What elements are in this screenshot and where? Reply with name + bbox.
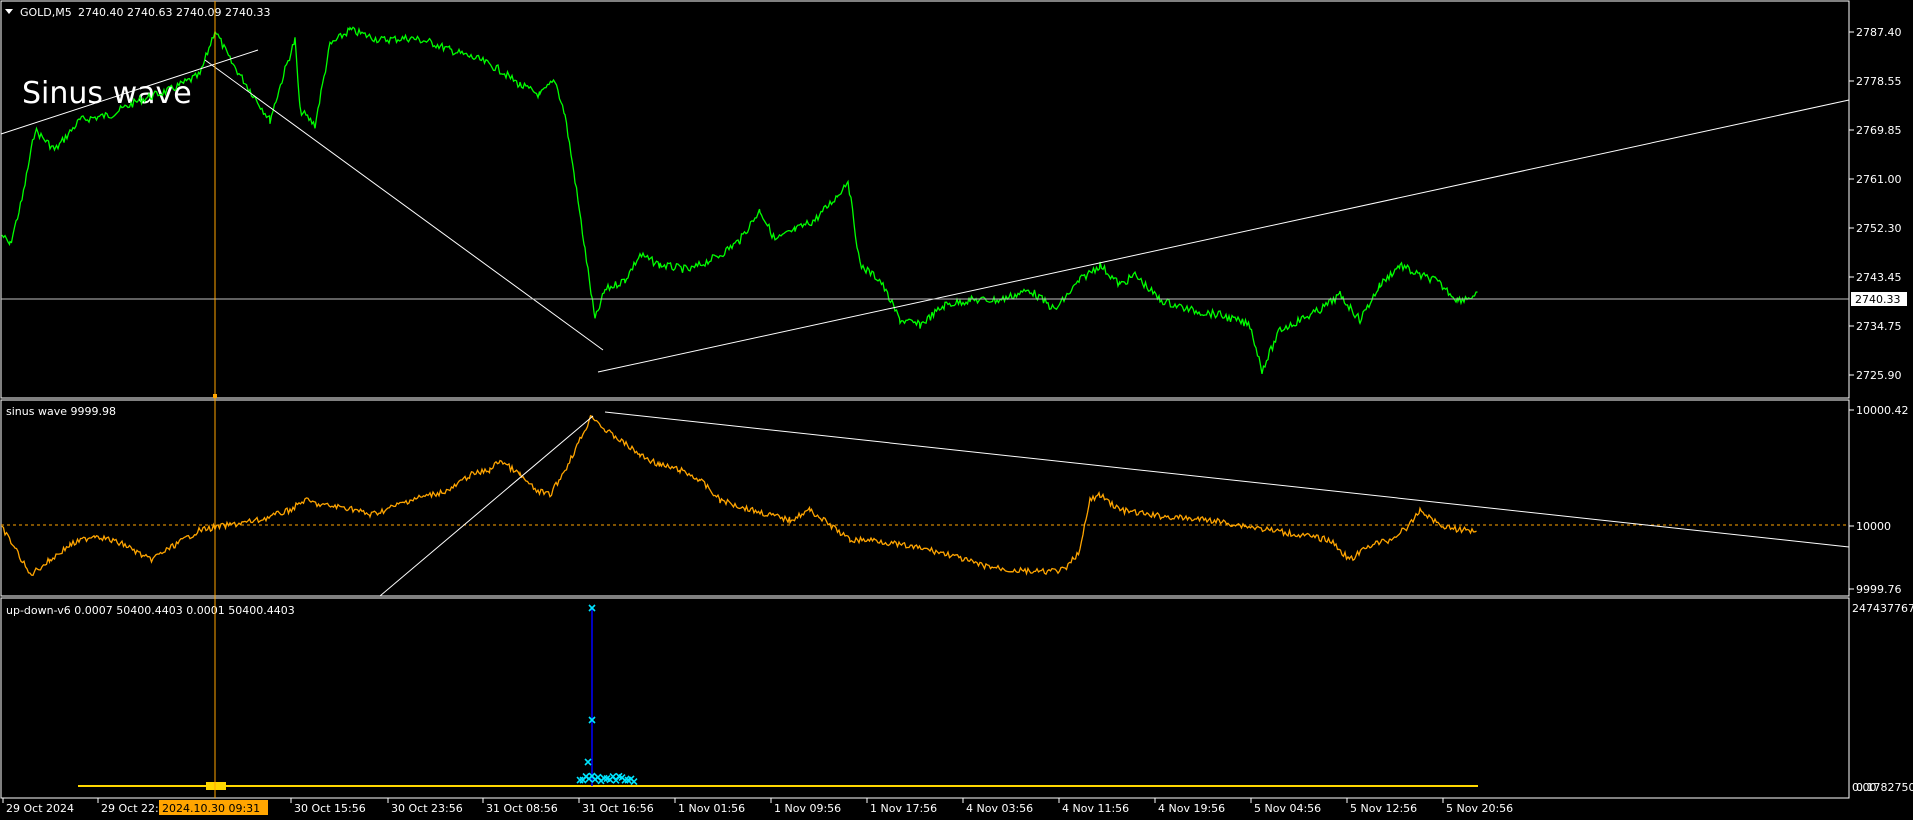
collapse-triangle-icon[interactable] [5, 9, 13, 14]
price-axis[interactable]: 2787.40 2778.55 2769.85 2761.00 2752.30 2743.… [1849, 26, 1902, 382]
up-down-marker-icon [630, 778, 638, 786]
time-axis-label: 30 Oct 23:56 [391, 802, 463, 815]
crosshair-time-label: 2024.10.30 09:31 [162, 802, 260, 815]
price-axis-label: 2725.90 [1856, 369, 1902, 382]
sinus-axis-label: 10000 [1856, 520, 1891, 533]
symbol-label: GOLD,M5 [20, 6, 72, 19]
time-axis-label: 31 Oct 08:56 [486, 802, 558, 815]
time-axis-label: 4 Nov 11:56 [1062, 802, 1129, 815]
up-down-marker-icon [584, 758, 592, 766]
time-axis-label: 29 Oct 2024 [6, 802, 74, 815]
price-axis-label: 2734.75 [1856, 320, 1902, 333]
time-axis-label: 1 Nov 01:56 [678, 802, 745, 815]
time-axis-label: 5 Nov 20:56 [1446, 802, 1513, 815]
time-axis-label: 5 Nov 04:56 [1254, 802, 1321, 815]
price-axis-label: 2761.00 [1856, 173, 1902, 186]
up-down-axis[interactable]: 2474377670.000.1782750 [1852, 602, 1913, 794]
chart-window[interactable]: GOLD,M5 2740.40 2740.63 2740.09 2740.33 … [0, 0, 1913, 820]
up-down-axis-label: 247437767 [1852, 602, 1913, 615]
up-down-label: up-down-v6 0.0007 50400.4403 0.0001 5040… [6, 604, 295, 617]
time-axis-label: 1 Nov 09:56 [774, 802, 841, 815]
ohlc-values: 2740.40 2740.63 2740.09 2740.33 [78, 6, 270, 19]
time-axis-label: 1 Nov 17:56 [870, 802, 937, 815]
current-price-label: 2740.33 [1855, 293, 1901, 306]
price-axis-label: 2743.45 [1856, 271, 1902, 284]
price-axis-label: 2752.30 [1856, 222, 1902, 235]
sinus-wave-series [1, 414, 1477, 577]
time-axis-label: 4 Nov 19:56 [1158, 802, 1225, 815]
sinus-wave-panel[interactable] [0, 399, 1850, 597]
time-axis-label: 30 Oct 15:56 [294, 802, 366, 815]
sinus-axis[interactable]: 10000.42 10000 9999.76 [1849, 404, 1909, 596]
price-axis-label: 2778.55 [1856, 75, 1902, 88]
up-down-axis-label: 0.1782750 [1856, 781, 1913, 794]
time-axis-label: 31 Oct 16:56 [582, 802, 654, 815]
gold-price-series [1, 26, 1478, 375]
price-axis-label: 2769.85 [1856, 124, 1902, 137]
up-down-markers [576, 604, 638, 786]
trendline-3[interactable] [597, 99, 1850, 373]
main-price-panel[interactable] [0, 0, 1850, 399]
sinus-axis-label: 9999.76 [1856, 583, 1902, 596]
time-axis-label: 4 Nov 03:56 [966, 802, 1033, 815]
price-axis-label: 2787.40 [1856, 26, 1902, 39]
symbol-header[interactable]: GOLD,M5 2740.40 2740.63 2740.09 2740.33 [5, 6, 270, 19]
up-down-yellow-block [206, 782, 226, 790]
sinus-wave-label: sinus wave 9999.98 [6, 405, 116, 418]
sinus-axis-label: 10000.42 [1856, 404, 1909, 417]
sinus-trendline-1[interactable] [379, 415, 594, 597]
crosshair-marker [213, 394, 217, 398]
sinus-trendline-2[interactable] [604, 411, 1850, 548]
time-axis-label: 5 Nov 12:56 [1350, 802, 1417, 815]
trendline-2[interactable] [204, 59, 604, 351]
time-axis-label: 29 Oct 22: [101, 802, 159, 815]
up-down-panel[interactable] [0, 597, 1850, 799]
